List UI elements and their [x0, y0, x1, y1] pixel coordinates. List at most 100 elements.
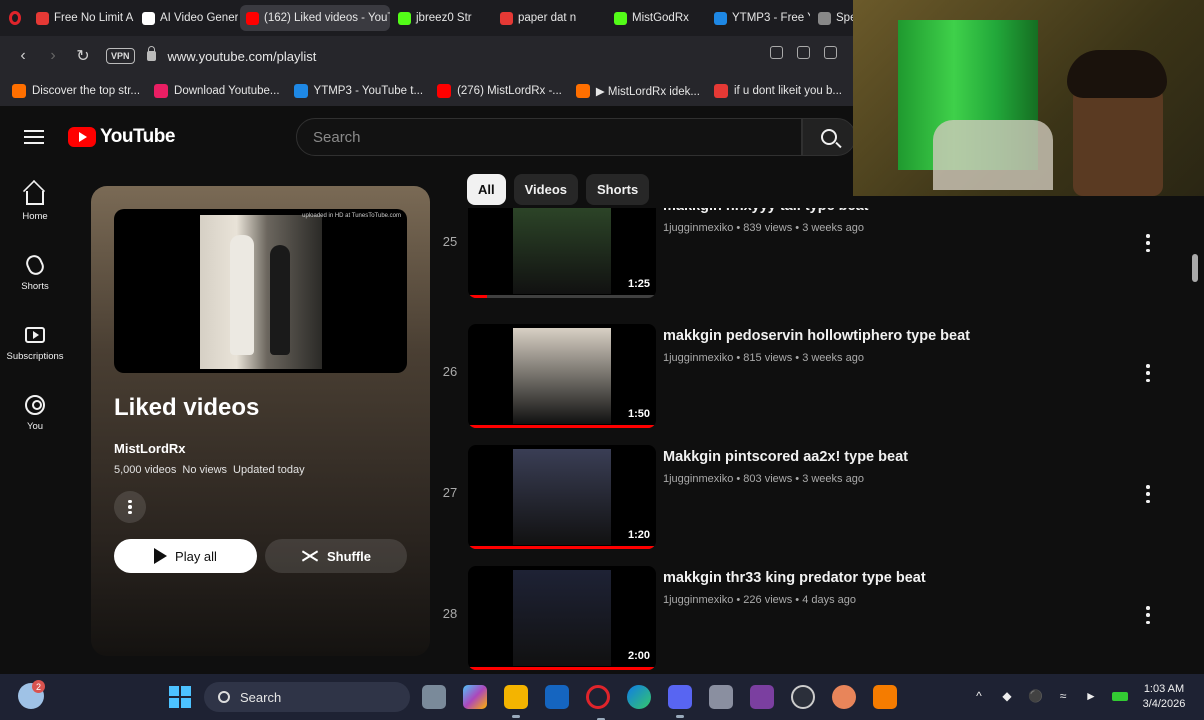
video-age: 3 weeks ago — [802, 222, 864, 234]
browser-tab[interactable]: paper dat n — [494, 5, 606, 31]
video-title[interactable]: makkgin nnxyyy tall type beat — [663, 208, 869, 214]
video-age: 4 days ago — [802, 594, 857, 606]
forward-arrow-icon[interactable]: › — [38, 41, 68, 71]
bookmark-item[interactable]: Discover the top str... — [12, 84, 140, 98]
video-thumbnail[interactable]: 1:20 — [468, 445, 656, 549]
avatar-app-icon[interactable] — [832, 685, 856, 709]
bookmark-label: (276) MistLordRx -... — [457, 85, 562, 97]
copilot-icon[interactable] — [463, 685, 487, 709]
video-thumbnail[interactable]: 2:00 — [468, 566, 656, 670]
more-options-button[interactable] — [114, 491, 146, 523]
video-more-options-icon[interactable] — [1143, 485, 1153, 503]
browser-tab[interactable]: YTMP3 - Free Y — [708, 5, 810, 31]
shuffle-button[interactable]: Shuffle — [265, 539, 407, 573]
video-views: 226 views — [743, 594, 793, 606]
nav-item-shorts[interactable]: Shorts — [0, 238, 70, 308]
playlist-title: Liked videos — [114, 394, 260, 421]
video-views: 803 views — [743, 473, 793, 485]
camera-app-icon[interactable] — [709, 685, 733, 709]
video-title[interactable]: Makkgin pintscored aa2x! type beat — [663, 449, 908, 465]
bookmark-item[interactable]: (276) MistLordRx -... — [437, 84, 562, 98]
browser-tab[interactable]: Free No Limit A — [30, 5, 134, 31]
bookmark-item[interactable]: ▶ MistLordRx idek... — [575, 84, 700, 98]
tray-app-icon[interactable]: ◆ — [1000, 689, 1014, 703]
windows-start-icon[interactable] — [169, 686, 191, 708]
opera-logo-icon[interactable] — [0, 0, 30, 36]
play-icon — [154, 548, 168, 564]
playlist-thumbnail[interactable]: uploaded in HD at TunesToTube.com — [114, 209, 407, 373]
bookmark-item[interactable]: if u dont likeit you b... — [713, 84, 842, 98]
playlist-owner[interactable]: MistLordRx — [114, 441, 186, 456]
browser-tab[interactable]: MistGodRx — [608, 5, 706, 31]
taskbar-search[interactable]: Search — [204, 682, 410, 712]
playlist-views: No views — [182, 464, 228, 476]
nav-item-you[interactable]: You — [0, 378, 70, 448]
taskbar-clock[interactable]: 1:03 AM 3/4/2026 — [1134, 682, 1194, 712]
chip-all[interactable]: All — [467, 174, 506, 205]
video-thumbnail[interactable]: 1:50 — [468, 324, 656, 428]
wifi-icon[interactable]: ≈ — [1056, 689, 1070, 703]
search-input[interactable] — [313, 128, 801, 146]
edge-icon[interactable] — [627, 685, 651, 709]
video-channel[interactable]: 1jugginmexiko — [663, 594, 733, 606]
bookmark-item[interactable]: Download Youtube... — [154, 84, 280, 98]
tab-favicon-icon — [714, 11, 727, 25]
tab-label: Free No Limit A — [54, 12, 134, 24]
video-channel[interactable]: 1jugginmexiko — [663, 222, 733, 234]
video-row[interactable]: 26 1:50 makkgin pedoservin hollowtiphero t… — [434, 324, 1174, 436]
video-title[interactable]: makkgin thr33 king predator type beat — [663, 570, 926, 586]
chip-videos[interactable]: Videos — [513, 174, 579, 205]
video-more-options-icon[interactable] — [1143, 234, 1153, 252]
browser-tab[interactable]: AI Video Gener — [136, 5, 238, 31]
meta-separator: • — [733, 222, 744, 234]
search-button[interactable] — [802, 118, 856, 156]
video-index: 27 — [442, 485, 458, 500]
url-field[interactable]: www.youtube.com/playlist — [168, 49, 317, 64]
bookmark-label: ▶ MistLordRx idek... — [595, 86, 700, 98]
scrollbar-thumb[interactable] — [1192, 254, 1198, 282]
vpn-badge[interactable]: VPN — [106, 48, 135, 64]
play-all-button[interactable]: Play all — [114, 539, 257, 573]
bookmark-favicon-icon — [154, 84, 169, 98]
opera-browser-icon[interactable] — [586, 685, 610, 720]
browser-tab[interactable]: jbreez0 Str — [392, 5, 492, 31]
battery-icon[interactable] — [1112, 691, 1128, 701]
nav-item-subscriptions[interactable]: Subscriptions — [0, 308, 70, 378]
video-row[interactable]: 25 1:25 makkgin nnxyyy tall type beat 1jugg… — [434, 208, 1174, 306]
chip-shorts[interactable]: Shorts — [586, 174, 650, 205]
discord-icon[interactable] — [668, 685, 692, 718]
video-more-options-icon[interactable] — [1143, 606, 1153, 624]
video-title[interactable]: makkgin pedoservin hollowtiphero type be… — [663, 328, 970, 344]
video-more-options-icon[interactable] — [1143, 364, 1153, 382]
nav-item-home[interactable]: Home — [0, 168, 70, 238]
menu-icon[interactable] — [24, 130, 44, 144]
task-view-icon[interactable] — [422, 685, 446, 709]
video-row[interactable]: 27 1:20 Makkgin pintscored aa2x! type beat… — [434, 445, 1174, 557]
clipchamp-icon[interactable] — [750, 685, 774, 709]
chevron-up-icon[interactable]: ^ — [972, 689, 986, 703]
thumbnail-image — [200, 215, 322, 369]
video-channel[interactable]: 1jugginmexiko — [663, 473, 733, 485]
bookmark-label: if u dont likeit you b... — [733, 85, 842, 97]
video-channel[interactable]: 1jugginmexiko — [663, 352, 733, 364]
video-row[interactable]: 28 2:00 makkgin thr33 king predator type b… — [434, 566, 1174, 674]
youtube-logo[interactable]: YouTube — [68, 126, 175, 148]
microphone-icon[interactable]: ⚫ — [1028, 689, 1043, 703]
video-thumbnail[interactable]: 1:25 — [468, 208, 656, 298]
adblock-icon[interactable] — [824, 46, 837, 59]
browser-tab[interactable]: (162) Liked videos - YouT — [240, 5, 390, 31]
bookmark-item[interactable]: YTMP3 - YouTube t... — [293, 84, 423, 98]
file-explorer-icon[interactable] — [504, 685, 528, 718]
outlook-icon[interactable] — [545, 685, 569, 709]
back-arrow-icon[interactable]: ‹ — [8, 41, 38, 71]
reload-icon[interactable]: ↻ — [68, 41, 98, 71]
camera-icon[interactable] — [797, 46, 810, 59]
playlist-header-panel: uploaded in HD at TunesToTube.com Liked … — [91, 186, 430, 656]
search-icon — [821, 129, 837, 145]
share-icon[interactable] — [770, 46, 783, 59]
volume-icon[interactable]: ► — [1084, 689, 1098, 703]
obs-icon[interactable] — [791, 685, 815, 709]
lock-icon[interactable] — [146, 46, 156, 61]
fl-studio-icon[interactable] — [873, 685, 897, 709]
tab-label: (162) Liked videos - YouT — [264, 12, 390, 24]
